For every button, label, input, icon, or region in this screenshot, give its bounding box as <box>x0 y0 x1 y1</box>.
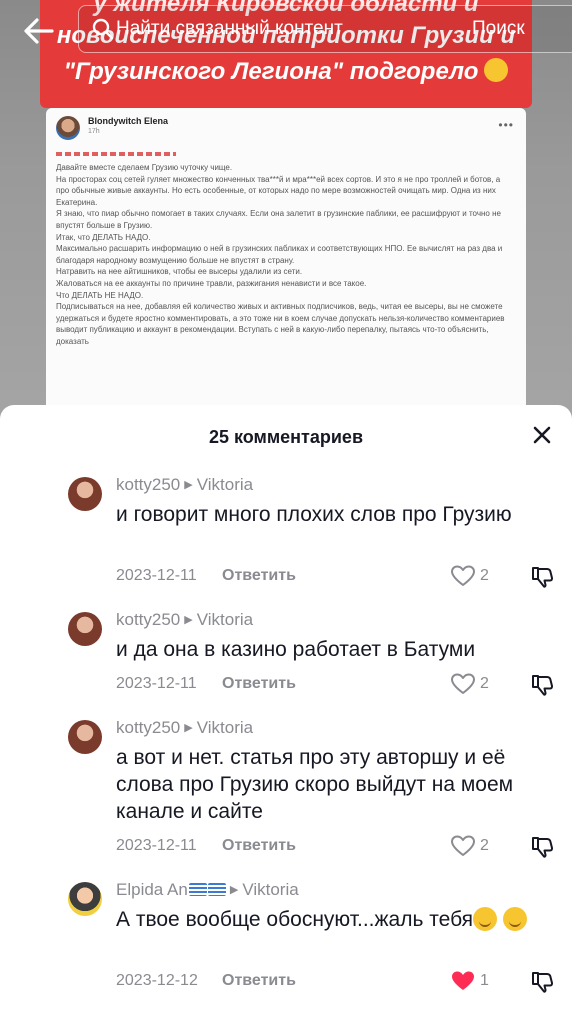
like-count: 2 <box>480 837 489 854</box>
reply-arrow-icon: ▶ <box>184 614 193 626</box>
smirk-emoji-icon <box>502 907 527 931</box>
username-text[interactable]: kotty250 <box>116 610 180 629</box>
comment-date: 2023-12-12 <box>116 972 198 989</box>
reply-button[interactable]: Ответить <box>222 675 296 693</box>
avatar[interactable] <box>68 612 102 646</box>
dislike-icon[interactable] <box>530 565 554 589</box>
more-options-icon: ••• <box>498 118 514 132</box>
reply-button[interactable]: Ответить <box>222 837 296 855</box>
comment-text-body: А твое вообще обоснуют...жаль тебя <box>116 908 474 931</box>
reply-to-username[interactable]: Viktoria <box>197 718 253 737</box>
greek-flag-emoji-icon <box>188 883 207 896</box>
avatar[interactable] <box>68 720 102 754</box>
dislike-icon[interactable] <box>530 970 554 994</box>
post-author-avatar <box>56 116 80 140</box>
comment-text: а вот и нет. статья про эту авторшу и её… <box>116 746 514 823</box>
username-text[interactable]: Elpida An <box>116 880 188 899</box>
avatar[interactable] <box>68 882 102 916</box>
reply-to-username[interactable]: Viktoria <box>242 880 298 899</box>
greek-flag-emoji-icon <box>207 883 226 896</box>
comment-username[interactable]: kotty250 ▶ Viktoria <box>116 718 253 738</box>
banner-line-3-text: "Грузинского Легиона" подгорело <box>63 58 479 85</box>
close-icon[interactable] <box>528 421 556 449</box>
reply-button[interactable]: Ответить <box>222 972 296 990</box>
search-placeholder: Найти связанный контент <box>116 18 343 39</box>
comment-username[interactable]: Elpida An ▶ Viktoria <box>116 880 299 900</box>
comment-date: 2023-12-11 <box>116 837 197 854</box>
like-count: 1 <box>480 972 489 989</box>
back-arrow-icon[interactable] <box>22 14 56 48</box>
comment-text: и говорит много плохих слов про Грузию <box>116 503 512 526</box>
screenshot-post-card: Blondywitch Elena 17h ••• Давайте вместе… <box>46 108 526 430</box>
post-body-text: Давайте вместе сделаем Грузию чуточку чи… <box>56 163 505 346</box>
search-button[interactable]: Поиск <box>472 18 525 40</box>
like-count: 2 <box>480 567 489 584</box>
comment-username[interactable]: kotty250 ▶ Viktoria <box>116 475 253 495</box>
post-time: 17h <box>88 128 100 135</box>
post-author-name: Blondywitch Elena <box>88 116 169 126</box>
heart-icon[interactable] <box>450 834 476 858</box>
comments-count-title: 25 комментариев <box>208 427 364 447</box>
dislike-icon[interactable] <box>530 835 554 859</box>
comments-sheet: 25 комментариев kotty250 ▶ Viktoria и гово… <box>0 405 572 1017</box>
username-text[interactable]: kotty250 <box>116 475 180 494</box>
smile-emoji-icon <box>484 58 509 82</box>
like-count: 2 <box>480 675 489 692</box>
dislike-icon[interactable] <box>530 673 554 697</box>
comment-date: 2023-12-11 <box>116 567 197 584</box>
banner-line-3: "Грузинского Легиона" подгорело <box>40 58 532 86</box>
post-divider <box>56 152 176 156</box>
reply-arrow-icon: ▶ <box>184 479 193 491</box>
comment-text: А твое вообще обоснуют...жаль тебя <box>116 906 556 933</box>
comment-text: и да она в казино работает в Батуми <box>116 638 476 661</box>
reply-to-username[interactable]: Viktoria <box>197 610 253 629</box>
reply-to-username[interactable]: Viktoria <box>197 475 253 494</box>
reply-button[interactable]: Ответить <box>222 567 296 585</box>
heart-filled-icon[interactable] <box>450 969 476 993</box>
heart-icon[interactable] <box>450 672 476 696</box>
heart-icon[interactable] <box>450 564 476 588</box>
search-icon <box>92 18 114 40</box>
avatar[interactable] <box>68 477 102 511</box>
reply-arrow-icon: ▶ <box>184 722 193 734</box>
comment-date: 2023-12-11 <box>116 675 197 692</box>
comment-username[interactable]: kotty250 ▶ Viktoria <box>116 610 253 630</box>
smirk-emoji-icon <box>473 907 498 931</box>
username-text[interactable]: kotty250 <box>116 718 180 737</box>
reply-arrow-icon: ▶ <box>229 884 239 896</box>
video-background[interactable]: у жителя Кировской области и новоиспечен… <box>0 0 572 430</box>
